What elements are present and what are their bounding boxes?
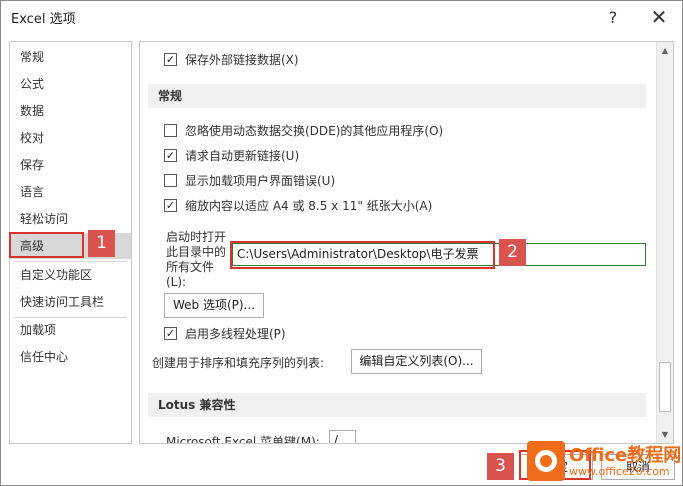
site-watermark: Office教程网 www.office26.com xyxy=(521,437,683,486)
menu-key-label: Microsoft Excel 菜单键(M): xyxy=(166,435,320,444)
vertical-scrollbar[interactable]: ▲ ▼ xyxy=(656,42,673,443)
path-highlight-box xyxy=(230,241,495,269)
sidebar-item-data[interactable]: 数据 xyxy=(10,98,131,124)
save-external-links-option[interactable]: ✓ 保存外部链接数据(X) xyxy=(164,50,299,68)
custom-lists-label: 创建用于排序和填充序列的列表: xyxy=(152,356,325,370)
advanced-highlight-box xyxy=(9,232,84,258)
ignore-dde-label: 忽略使用动态数据交换(DDE)的其他应用程序(O) xyxy=(185,123,444,138)
edit-custom-lists-button[interactable]: 编辑自定义列表(O)... xyxy=(351,349,482,374)
dialog-title: Excel 选项 xyxy=(11,12,76,27)
step-badge-2: 2 xyxy=(499,239,526,266)
checkbox-save-external-links[interactable]: ✓ xyxy=(164,52,177,66)
ignore-dde-option[interactable]: 忽略使用动态数据交换(DDE)的其他应用程序(O) xyxy=(164,121,443,139)
show-addin-errors-label: 显示加载项用户界面错误(U) xyxy=(185,173,336,188)
multithread-option[interactable]: ✓ 启用多线程处理(P) xyxy=(164,324,286,342)
sidebar-item-language[interactable]: 语言 xyxy=(10,179,131,205)
sidebar-item-quick-access-toolbar[interactable]: 快速访问工具栏 xyxy=(10,289,131,315)
startup-folder-label: 启动时打开此目录中的所有文件(L): xyxy=(166,230,227,289)
web-options-button[interactable]: Web 选项(P)... xyxy=(164,293,264,318)
multithread-label: 启用多线程处理(P) xyxy=(185,326,286,341)
checkbox-multithread[interactable]: ✓ xyxy=(164,326,177,340)
scroll-up-icon[interactable]: ▲ xyxy=(657,42,673,59)
sidebar-item-customize-ribbon[interactable]: 自定义功能区 xyxy=(10,262,131,288)
sidebar-item-add-ins[interactable]: 加载项 xyxy=(10,317,131,343)
close-button[interactable]: ✕ xyxy=(641,3,677,31)
ask-update-links-option[interactable]: ✓ 请求自动更新链接(U) xyxy=(164,146,299,164)
scrollbar-thumb[interactable] xyxy=(659,362,671,412)
excel-options-dialog: Excel 选项 ? ✕ 常规 公式 数据 校对 保存 语言 轻松访问 高级 自… xyxy=(0,0,683,486)
checkbox-scale-content[interactable]: ✓ xyxy=(164,198,177,212)
lotus-section-header: Lotus 兼容性 xyxy=(148,393,646,417)
watermark-brand: Office教程网 xyxy=(569,445,682,466)
sidebar-item-trust-center[interactable]: 信任中心 xyxy=(10,344,131,370)
save-external-links-label: 保存外部链接数据(X) xyxy=(185,52,299,67)
checkbox-ask-update-links[interactable]: ✓ xyxy=(164,148,177,162)
title-bar: Excel 选项 ? ✕ xyxy=(1,1,682,33)
step-badge-1: 1 xyxy=(88,230,115,257)
general-section-header: 常规 xyxy=(148,84,646,108)
sidebar-item-general[interactable]: 常规 xyxy=(10,44,131,70)
watermark-url: www.office26.com xyxy=(569,465,670,478)
step-badge-3: 3 xyxy=(487,453,514,480)
office-logo-icon xyxy=(527,441,565,481)
scale-content-label: 缩放内容以适应 A4 或 8.5 x 11" 纸张大小(A) xyxy=(185,198,433,213)
help-button[interactable]: ? xyxy=(595,3,631,31)
sidebar-item-proofing[interactable]: 校对 xyxy=(10,125,131,151)
sidebar-item-formulas[interactable]: 公式 xyxy=(10,71,131,97)
checkbox-ignore-dde[interactable] xyxy=(164,123,177,137)
show-addin-errors-option[interactable]: 显示加载项用户界面错误(U) xyxy=(164,171,335,189)
sidebar-item-save[interactable]: 保存 xyxy=(10,152,131,178)
office-logo-ring xyxy=(535,450,557,472)
sidebar-item-accessibility[interactable]: 轻松访问 xyxy=(10,206,131,232)
checkbox-show-addin-errors[interactable] xyxy=(164,173,177,187)
menu-key-input[interactable]: / xyxy=(329,430,356,443)
ask-update-links-label: 请求自动更新链接(U) xyxy=(185,148,300,163)
scale-content-option[interactable]: ✓ 缩放内容以适应 A4 或 8.5 x 11" 纸张大小(A) xyxy=(164,196,432,214)
